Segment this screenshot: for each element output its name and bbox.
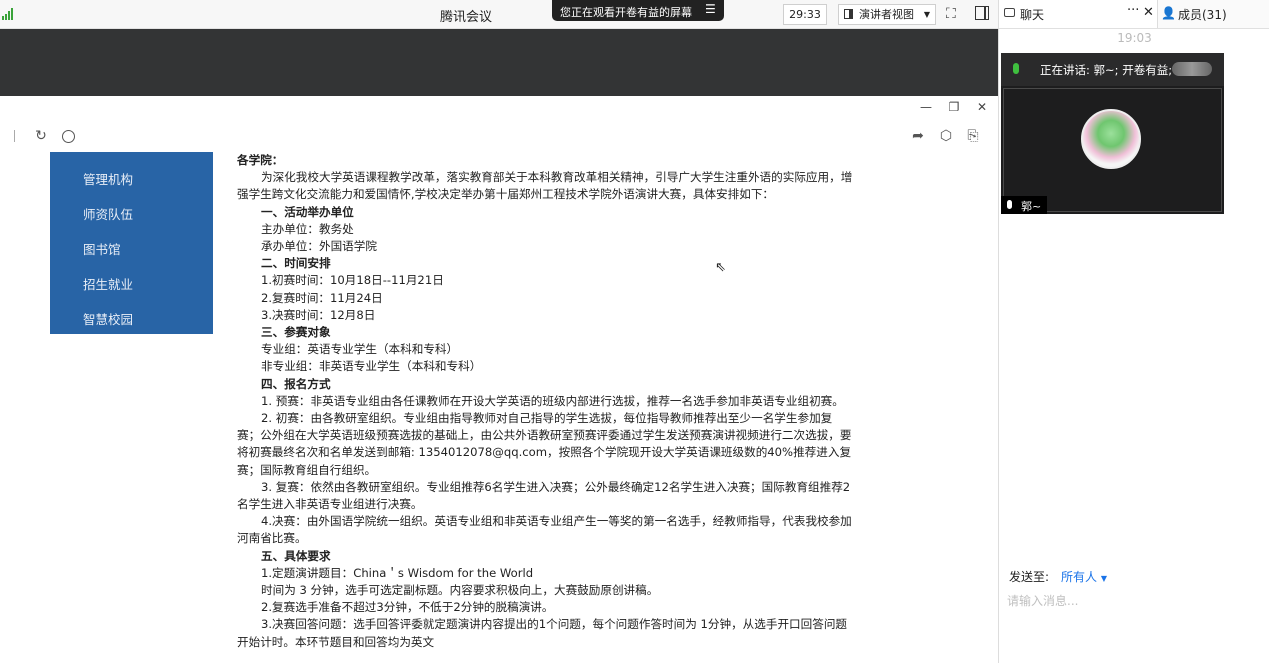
section-title: 五、具体要求	[261, 548, 331, 563]
greeting: 各学院：	[237, 153, 284, 167]
side-nav: 管理机构 师资队伍 图书馆 招生就业 智慧校园	[50, 152, 213, 334]
avatar	[1081, 109, 1141, 169]
nav-item-admissions[interactable]: 招生就业	[83, 274, 133, 293]
tab-members-label: 成员(31)	[1178, 8, 1227, 22]
browser-toolbar: ↻ ➦ ⬡ ⎘	[0, 124, 998, 148]
body-line: 1.定题演讲题目：China＇s Wisdom for the World	[261, 565, 534, 580]
shared-screen-top-area	[0, 29, 998, 96]
body-paragraph: 4.决赛：由外国语学院统一组织。英语专业组和非英语专业组产生一等奖的第一名选手，…	[237, 514, 852, 546]
chat-panel: 聊天 ··· ✕ 👤 成员(31) 19:03 正在讲话: 郭~; 开卷有益; …	[998, 0, 1269, 663]
section-title: 三、参赛对象	[261, 325, 331, 340]
body-line: 非专业组：非英语专业学生（本科和专科）	[261, 359, 482, 374]
cube-icon[interactable]: ⬡	[938, 128, 954, 144]
body-line: 承办单位：外国语学院	[261, 239, 377, 254]
minimize-icon[interactable]: —	[919, 100, 933, 114]
nav-item-smart-campus[interactable]: 智慧校园	[83, 309, 133, 328]
restore-icon[interactable]: ❐	[947, 100, 961, 114]
app-title: 腾讯会议	[440, 10, 493, 25]
send-to-row: 发送至: 所有人 ▼	[1009, 568, 1107, 585]
notice-article: 各学院： 为深化我校大学英语课程教学改革，落实教育部关于本科教育改革相关精神，引…	[230, 152, 855, 663]
section-title: 二、时间安排	[261, 256, 331, 271]
nav-item-faculty[interactable]: 师资队伍	[83, 204, 133, 223]
refresh-icon[interactable]: ↻	[33, 128, 49, 144]
chat-tabs: 聊天 ··· ✕ 👤 成员(31)	[999, 0, 1269, 29]
body-paragraph: 2. 初赛：由各教研室组织。专业组由指导教师对自己指导的学生选拔，每位指导教师推…	[237, 411, 852, 477]
speaking-text: 正在讲话: 郭~; 开卷有益;	[1040, 63, 1173, 77]
fullscreen-icon[interactable]: ⛶	[946, 6, 962, 22]
speaker-video-tile[interactable]: 正在讲话: 郭~; 开卷有益; 郭~	[1001, 53, 1224, 214]
body-line: 时间为 3 分钟，选手可选定副标题。内容要求积极向上，大赛鼓励原创讲稿。	[261, 583, 659, 598]
meeting-timer: 29:33	[783, 4, 827, 25]
body-paragraph: 3.决赛回答问题：选手回答评委就定题演讲内容提出的1个问题，每个问题作答时间为 …	[237, 617, 848, 649]
send-to-label: 发送至:	[1009, 570, 1050, 584]
blurred-name	[1172, 62, 1212, 76]
body-line: 2.复赛时间：11月24日	[261, 290, 383, 305]
section-title: 一、活动举办单位	[261, 204, 354, 219]
share-banner-text: 您正在观看开卷有益的屏幕	[560, 6, 692, 19]
globe-icon[interactable]	[62, 130, 75, 143]
nav-item-library[interactable]: 图书馆	[83, 239, 121, 258]
nav-item-management[interactable]: 管理机构	[83, 169, 133, 188]
message-input[interactable]	[1007, 591, 1257, 611]
body-line: 3.决赛时间：12月8日	[261, 307, 376, 322]
body-line: 主办单位：教务处	[261, 221, 354, 236]
body-line: 专业组：英语专业学生（本科和专科）	[261, 342, 459, 357]
meeting-titlebar: 腾讯会议 您正在观看开卷有益的屏幕 ☰ 29:33 演讲者视图 ▼ ⛶	[0, 0, 998, 29]
tab-chat-label: 聊天	[1020, 8, 1045, 22]
body-paragraph: 1. 预赛：非英语专业组由各任课教师在开设大学英语的班级内部进行选拔，推荐一名选…	[261, 393, 844, 408]
toolbar-divider	[14, 130, 15, 142]
network-signal-icon[interactable]	[2, 8, 16, 20]
tab-members[interactable]: 👤 成员(31)	[1158, 0, 1269, 28]
layout-toggle-icon[interactable]	[975, 6, 989, 20]
body-line: 1.初赛时间：10月18日--11月21日	[261, 273, 444, 288]
send-to-target: 所有人	[1061, 570, 1098, 584]
section-title: 四、报名方式	[261, 376, 331, 391]
view-mode-dropdown[interactable]: 演讲者视图 ▼	[838, 4, 936, 25]
screen-share-banner[interactable]: 您正在观看开卷有益的屏幕 ☰	[552, 0, 724, 21]
tab-chat[interactable]: 聊天 ··· ✕	[999, 0, 1158, 28]
send-to-dropdown[interactable]: 所有人 ▼	[1061, 568, 1107, 585]
mic-icon	[1007, 200, 1012, 209]
screenshot-icon[interactable]: ⎘	[965, 128, 981, 144]
participant-name: 郭~	[1021, 200, 1042, 213]
close-icon[interactable]: ✕	[975, 100, 989, 114]
caret-down-icon: ▼	[1100, 574, 1107, 583]
close-icon[interactable]: ✕	[1143, 5, 1154, 20]
user-icon: 👤	[1161, 6, 1176, 20]
speaking-indicator-bar: 正在讲话: 郭~; 开卷有益;	[1001, 53, 1224, 86]
body-line: 2.复赛选手准备不超过3分钟，不低于2分钟的脱稿演讲。	[261, 600, 554, 615]
speaker-view-icon	[844, 9, 853, 19]
participant-name-tag: 郭~	[1001, 196, 1047, 214]
chevron-down-icon: ▼	[923, 10, 930, 19]
chat-timestamp: 19:03	[1117, 31, 1152, 45]
mic-active-icon	[1013, 63, 1019, 74]
intro-paragraph: 为深化我校大学英语课程教学改革，落实教育部关于本科教育改革相关精神，引导广大学生…	[237, 170, 853, 202]
more-icon[interactable]: ···	[1127, 3, 1139, 18]
view-mode-label: 演讲者视图	[859, 8, 914, 21]
share-arrow-icon[interactable]: ➦	[910, 128, 926, 144]
chat-icon	[1004, 8, 1015, 17]
menu-icon[interactable]: ☰	[705, 2, 716, 16]
body-paragraph: 3. 复赛：依然由各教研室组织。专业组推荐6名学生进入决赛；公外最终确定12名学…	[237, 479, 851, 512]
